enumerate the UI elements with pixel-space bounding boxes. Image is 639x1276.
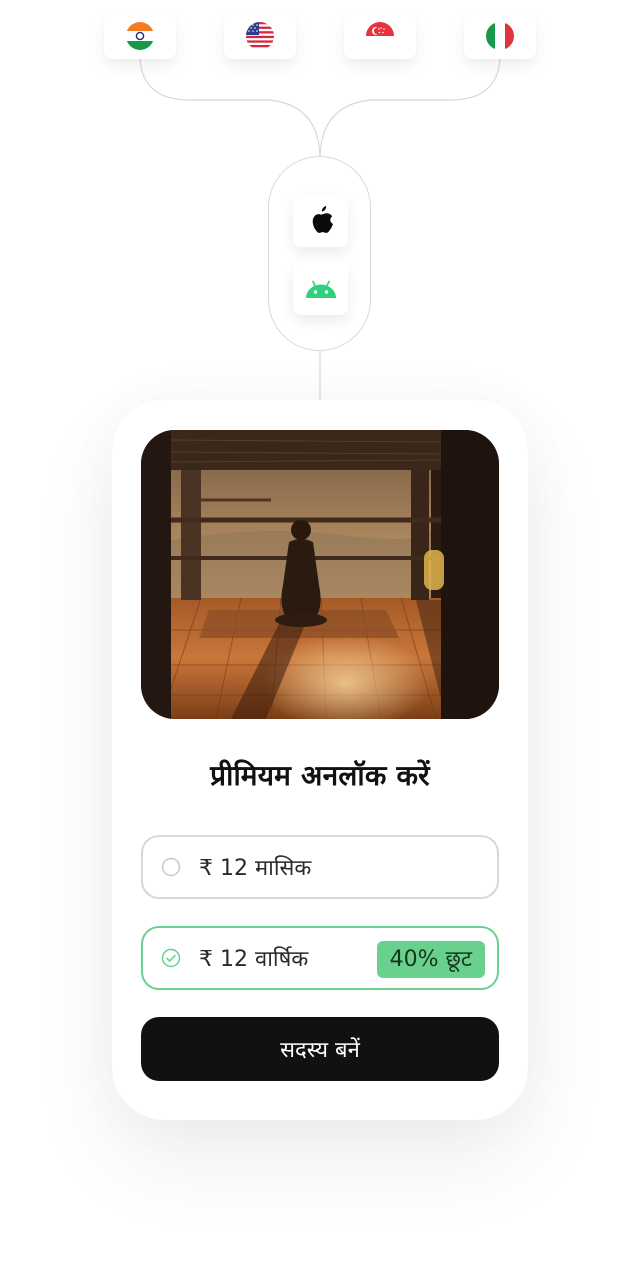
apple-icon	[312, 206, 333, 233]
platform-android-button[interactable]	[293, 263, 348, 315]
paywall-title: प्रीमियम अनलॉक करें	[210, 759, 430, 792]
plan-option-label: ₹ 12 मासिक	[199, 856, 312, 881]
india-flag-icon	[126, 21, 154, 50]
meditation-photo	[141, 430, 499, 719]
discount-badge: 40% छूट	[376, 941, 485, 978]
paywall-card: प्रीमियम अनलॉक करें ₹ 12 मासिक ₹ 12 वार्…	[112, 400, 528, 1120]
plan-option-label: ₹ 12 वार्षिक	[199, 947, 309, 972]
check-circle-icon	[161, 948, 181, 968]
plan-option-yearly[interactable]: ₹ 12 वार्षिक 40% छूट	[141, 926, 499, 990]
platform-selector	[268, 156, 371, 351]
platform-ios-button[interactable]	[293, 195, 348, 247]
subscribe-button[interactable]: सदस्य बनें	[141, 1017, 499, 1081]
usa-flag-icon	[246, 21, 274, 50]
android-icon	[305, 280, 336, 298]
region-india[interactable]	[104, 12, 176, 59]
italy-flag-icon	[486, 21, 514, 50]
region-italy[interactable]	[464, 12, 536, 59]
plan-option-monthly[interactable]: ₹ 12 मासिक	[141, 835, 499, 899]
singapore-flag-icon	[366, 21, 394, 36]
region-usa[interactable]	[224, 12, 296, 59]
region-singapore[interactable]	[344, 12, 416, 59]
radio-unchecked-icon	[161, 857, 181, 877]
